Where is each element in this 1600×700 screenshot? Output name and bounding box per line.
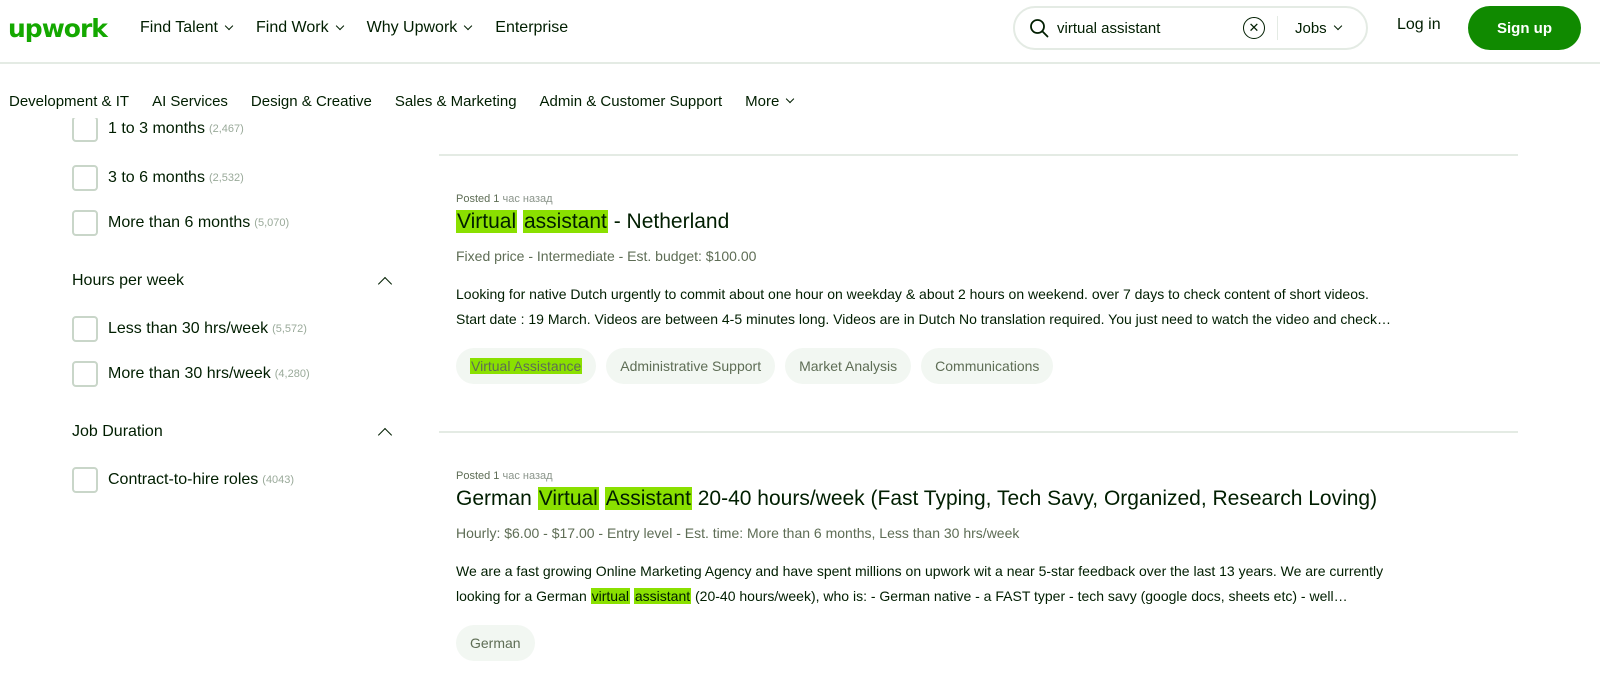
posted-time: Posted 1 час назад [456, 193, 553, 205]
job-title[interactable]: Virtual assistant - Netherland [456, 210, 1506, 234]
skill-tag[interactable]: Administrative Support [606, 348, 776, 384]
search-icon[interactable] [1029, 18, 1049, 38]
signup-button[interactable]: Sign up [1468, 6, 1581, 50]
category-nav: Development & IT AI Services Design & Cr… [9, 88, 816, 114]
checkbox[interactable] [72, 467, 98, 493]
clear-icon[interactable]: ✕ [1243, 17, 1265, 39]
job-description: We are a fast growing Online Marketing A… [456, 563, 1384, 604]
filter-option[interactable]: 3 to 6 months (2,532) [72, 165, 244, 191]
category-admin-support[interactable]: Admin & Customer Support [540, 93, 723, 110]
filter-option[interactable]: More than 6 months (5,070) [72, 210, 289, 236]
skill-tag[interactable]: Communications [921, 348, 1054, 384]
checkbox[interactable] [72, 210, 98, 236]
job-description: Looking for native Dutch urgently to com… [456, 286, 1391, 327]
skill-tag[interactable]: Virtual Assistance [456, 348, 597, 384]
checkbox[interactable] [72, 316, 98, 342]
checkbox[interactable] [72, 165, 98, 191]
nav-find-work[interactable]: Find Work [256, 19, 344, 37]
search-divider [1277, 16, 1278, 40]
search-scope-select[interactable]: Jobs [1295, 8, 1342, 48]
job-meta: Fixed price - Intermediate - Est. budget… [456, 248, 757, 264]
chevron-down-icon [786, 94, 795, 104]
chevron-up-icon[interactable] [377, 427, 393, 443]
filter-heading-hours-per-week[interactable]: Hours per week [72, 272, 398, 292]
category-sales-marketing[interactable]: Sales & Marketing [395, 93, 517, 110]
skill-tag[interactable]: Market Analysis [785, 348, 912, 384]
chevron-down-icon [335, 21, 344, 31]
chevron-down-icon [464, 21, 473, 31]
nav-find-talent[interactable]: Find Talent [140, 19, 234, 37]
filter-heading-job-duration[interactable]: Job Duration [72, 423, 398, 443]
search-input[interactable] [1057, 16, 1237, 40]
checkbox[interactable] [72, 361, 98, 387]
chevron-down-icon [224, 21, 234, 31]
nav-enterprise[interactable]: Enterprise [495, 19, 568, 37]
category-design-creative[interactable]: Design & Creative [251, 93, 372, 110]
login-link[interactable]: Log in [1397, 16, 1441, 34]
filter-sidebar: 1 to 3 months (2,467) 3 to 6 months (2,5… [72, 118, 402, 700]
chevron-up-icon[interactable] [377, 276, 393, 292]
job-card[interactable]: Posted 1 час назад German Virtual Assist… [456, 470, 1506, 661]
category-development-it[interactable]: Development & IT [9, 93, 129, 110]
divider [439, 431, 1518, 433]
divider [439, 154, 1518, 156]
job-card[interactable]: Posted 1 час назад Virtual assistant - N… [456, 193, 1506, 384]
nav-why-upwork[interactable]: Why Upwork [367, 19, 473, 37]
category-more[interactable]: More [745, 93, 795, 110]
job-title[interactable]: German Virtual Assistant 20-40 hours/wee… [456, 487, 1506, 511]
category-ai-services[interactable]: AI Services [152, 93, 228, 110]
upwork-logo[interactable]: upwork [8, 11, 108, 45]
checkbox[interactable] [72, 118, 98, 142]
posted-time: Posted 1 час назад [456, 470, 553, 482]
filter-option[interactable]: Contract-to-hire roles (4043) [72, 467, 294, 493]
filter-option[interactable]: 1 to 3 months (2,467) [72, 118, 244, 142]
chevron-down-icon [1333, 21, 1342, 31]
filter-option[interactable]: Less than 30 hrs/week (5,572) [72, 316, 307, 342]
skill-tags: Virtual Assistance Administrative Suppor… [456, 348, 1506, 384]
skill-tags: German [456, 625, 1506, 661]
job-meta: Hourly: $6.00 - $17.00 - Entry level - E… [456, 525, 1020, 541]
main-nav: Find Talent Find Work Why Upwork Enterpr… [140, 0, 592, 56]
filter-option[interactable]: More than 30 hrs/week (4,280) [72, 361, 310, 387]
top-header: upwork Find Talent Find Work Why Upwork … [0, 0, 1600, 64]
skill-tag[interactable]: German [456, 625, 535, 661]
search-bar: ✕ Jobs [1013, 6, 1368, 50]
